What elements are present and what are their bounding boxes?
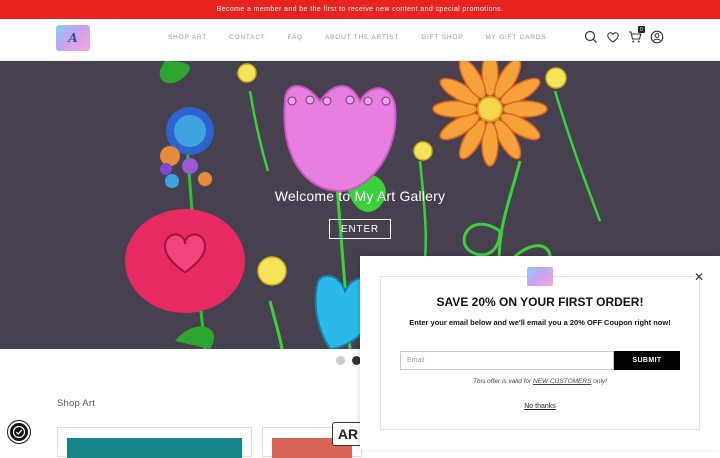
offer-note: This offer is valid for NEW CUSTOMERS on… [360, 378, 720, 385]
cart-count-badge: 0 [638, 26, 645, 33]
nav-gift-shop[interactable]: GIFT SHOP [421, 34, 463, 41]
email-field[interactable] [400, 351, 614, 370]
site-header: A SHOP ART CONTACT FAQ ABOUT THE ARTIST … [0, 19, 720, 61]
no-thanks-link[interactable]: No thanks [360, 403, 720, 410]
search-icon[interactable] [584, 30, 598, 44]
popup-title: SAVE 20% ON YOUR FIRST ORDER! [436, 295, 644, 309]
slider-dot-1[interactable] [336, 356, 345, 365]
shop-art-heading: Shop Art [57, 398, 96, 409]
heart-icon[interactable] [606, 30, 620, 44]
cart-icon[interactable]: 0 [628, 26, 645, 44]
nav-faq[interactable]: FAQ [288, 34, 303, 41]
nav-about-artist[interactable]: ABOUT THE ARTIST [325, 34, 399, 41]
accessibility-icon[interactable] [8, 421, 30, 443]
close-icon[interactable]: ✕ [694, 270, 704, 284]
user-icon[interactable] [650, 30, 664, 44]
hero-title: Welcome to My Art Gallery [274, 188, 446, 204]
slider-dots [336, 356, 361, 365]
announcement-bar: Become a member and be the first to rece… [0, 0, 720, 19]
product-card[interactable] [57, 427, 252, 458]
nav-contact[interactable]: CONTACT [229, 34, 266, 41]
enter-button[interactable]: ENTER [329, 219, 391, 239]
new-customers-link[interactable]: NEW CUSTOMERS [533, 378, 591, 385]
popup-logo [527, 267, 553, 286]
announcement-text: Become a member and be the first to rece… [216, 6, 504, 13]
popup-subtitle: Enter your email below and we'll email y… [409, 318, 671, 327]
offer-prefix: This offer is valid for [473, 378, 534, 385]
nav-shop-art[interactable]: SHOP ART [168, 34, 207, 41]
nav-my-gift-cards[interactable]: MY GIFT CARDS [485, 34, 546, 41]
site-logo[interactable]: A [56, 25, 90, 51]
header-icons: 0 [584, 26, 664, 44]
product-image[interactable] [67, 438, 242, 458]
offer-suffix: only! [591, 378, 607, 385]
discount-popup: ✕ SAVE 20% ON YOUR FIRST ORDER! Enter yo… [360, 256, 720, 450]
submit-button[interactable]: SUBMIT [614, 351, 680, 370]
main-nav: SHOP ART CONTACT FAQ ABOUT THE ARTIST GI… [168, 34, 568, 41]
